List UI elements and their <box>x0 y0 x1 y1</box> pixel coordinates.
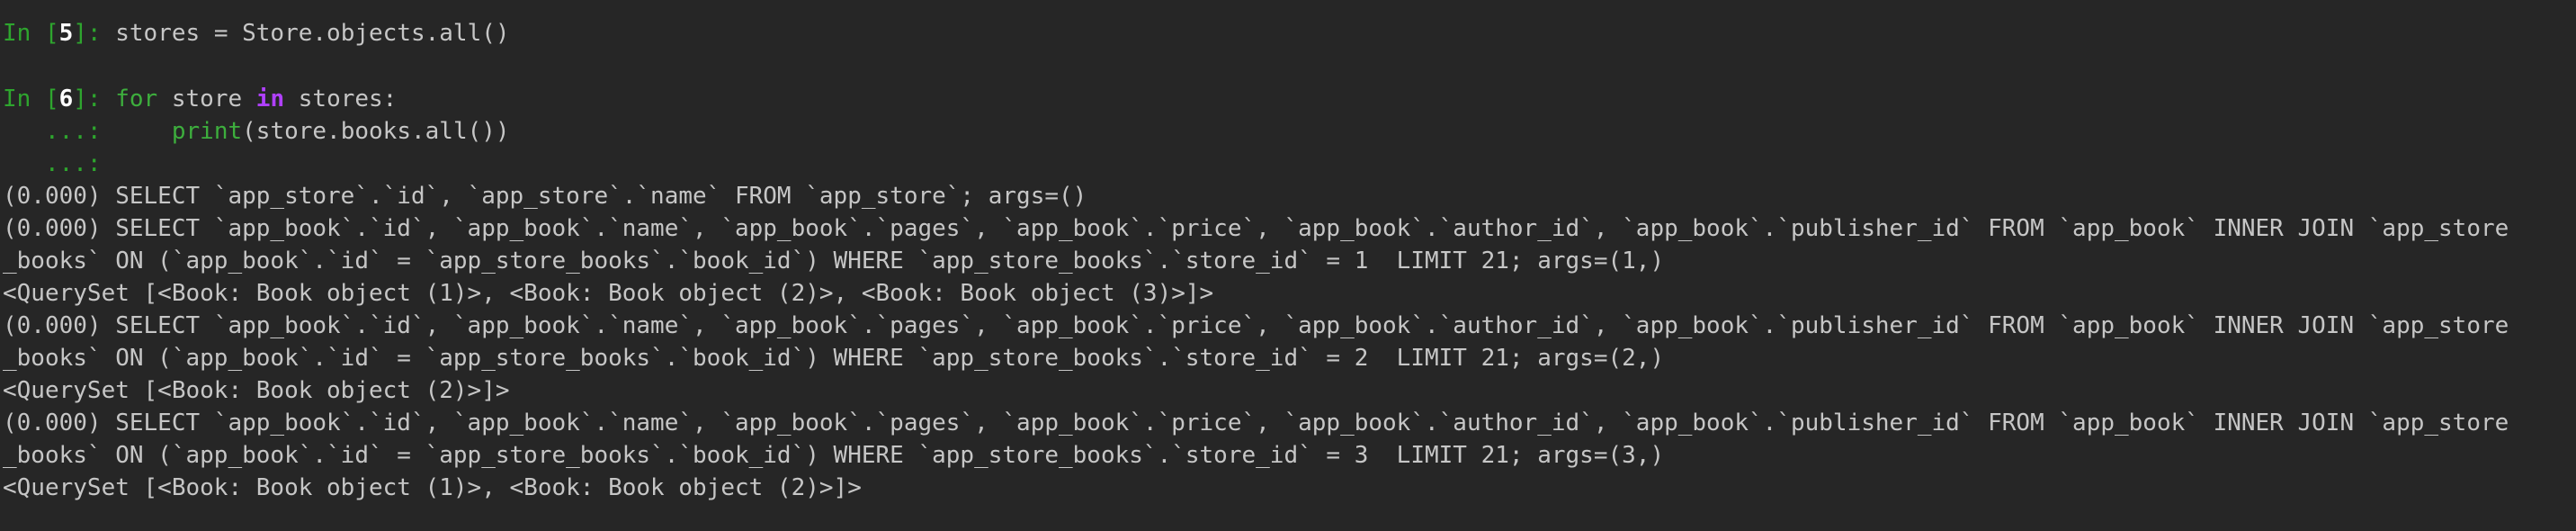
output-line: <QuerySet [<Book: Book object (2)>]> <box>3 377 510 404</box>
prompt-number: 6 <box>58 86 74 112</box>
keyword-in: in <box>255 86 285 112</box>
continuation-line-1: ...: print(store.books.all()) <box>3 115 510 148</box>
keyword-for: for <box>115 86 158 112</box>
output-line: _books` ON (`app_book`.`id` = `app_store… <box>3 248 1665 274</box>
prompt-close: ]: <box>73 20 116 47</box>
prompt-in-label: In [ <box>3 86 59 112</box>
output-line: _books` ON (`app_book`.`id` = `app_store… <box>3 442 1665 469</box>
builtin-print: print <box>171 118 243 145</box>
prompt-continuation: ...: <box>3 150 116 177</box>
prompt-close: ]: <box>73 86 116 112</box>
output-line: <QuerySet [<Book: Book object (1)>, <Boo… <box>3 280 1214 307</box>
prompt-number: 5 <box>58 20 74 47</box>
output-line: (0.000) SELECT `app_book`.`id`, `app_boo… <box>3 410 2509 436</box>
input-line-5: In [5]: stores = Store.objects.all() <box>3 17 510 50</box>
output-line: (0.000) SELECT `app_book`.`id`, `app_boo… <box>3 215 2509 242</box>
output-line: (0.000) SELECT `app_store`.`id`, `app_st… <box>3 183 1087 210</box>
code-text: stores = Store.objects.all() <box>115 20 510 47</box>
output-line: <QuerySet [<Book: Book object (1)>, <Boo… <box>3 474 862 501</box>
output-line: (0.000) SELECT `app_book`.`id`, `app_boo… <box>3 312 2509 339</box>
continuation-line-2: ...: <box>3 148 115 180</box>
input-line-6: In [6]: for store in stores: <box>3 83 397 115</box>
prompt-in-label: In [ <box>3 20 59 47</box>
prompt-continuation: ...: <box>3 118 116 145</box>
code-text: store <box>157 86 256 112</box>
code-text: (store.books.all()) <box>242 118 510 145</box>
code-text: stores: <box>284 86 398 112</box>
ipython-terminal[interactable]: In [5]: stores = Store.objects.all() In … <box>0 0 2576 531</box>
output-line: _books` ON (`app_book`.`id` = `app_store… <box>3 345 1665 372</box>
